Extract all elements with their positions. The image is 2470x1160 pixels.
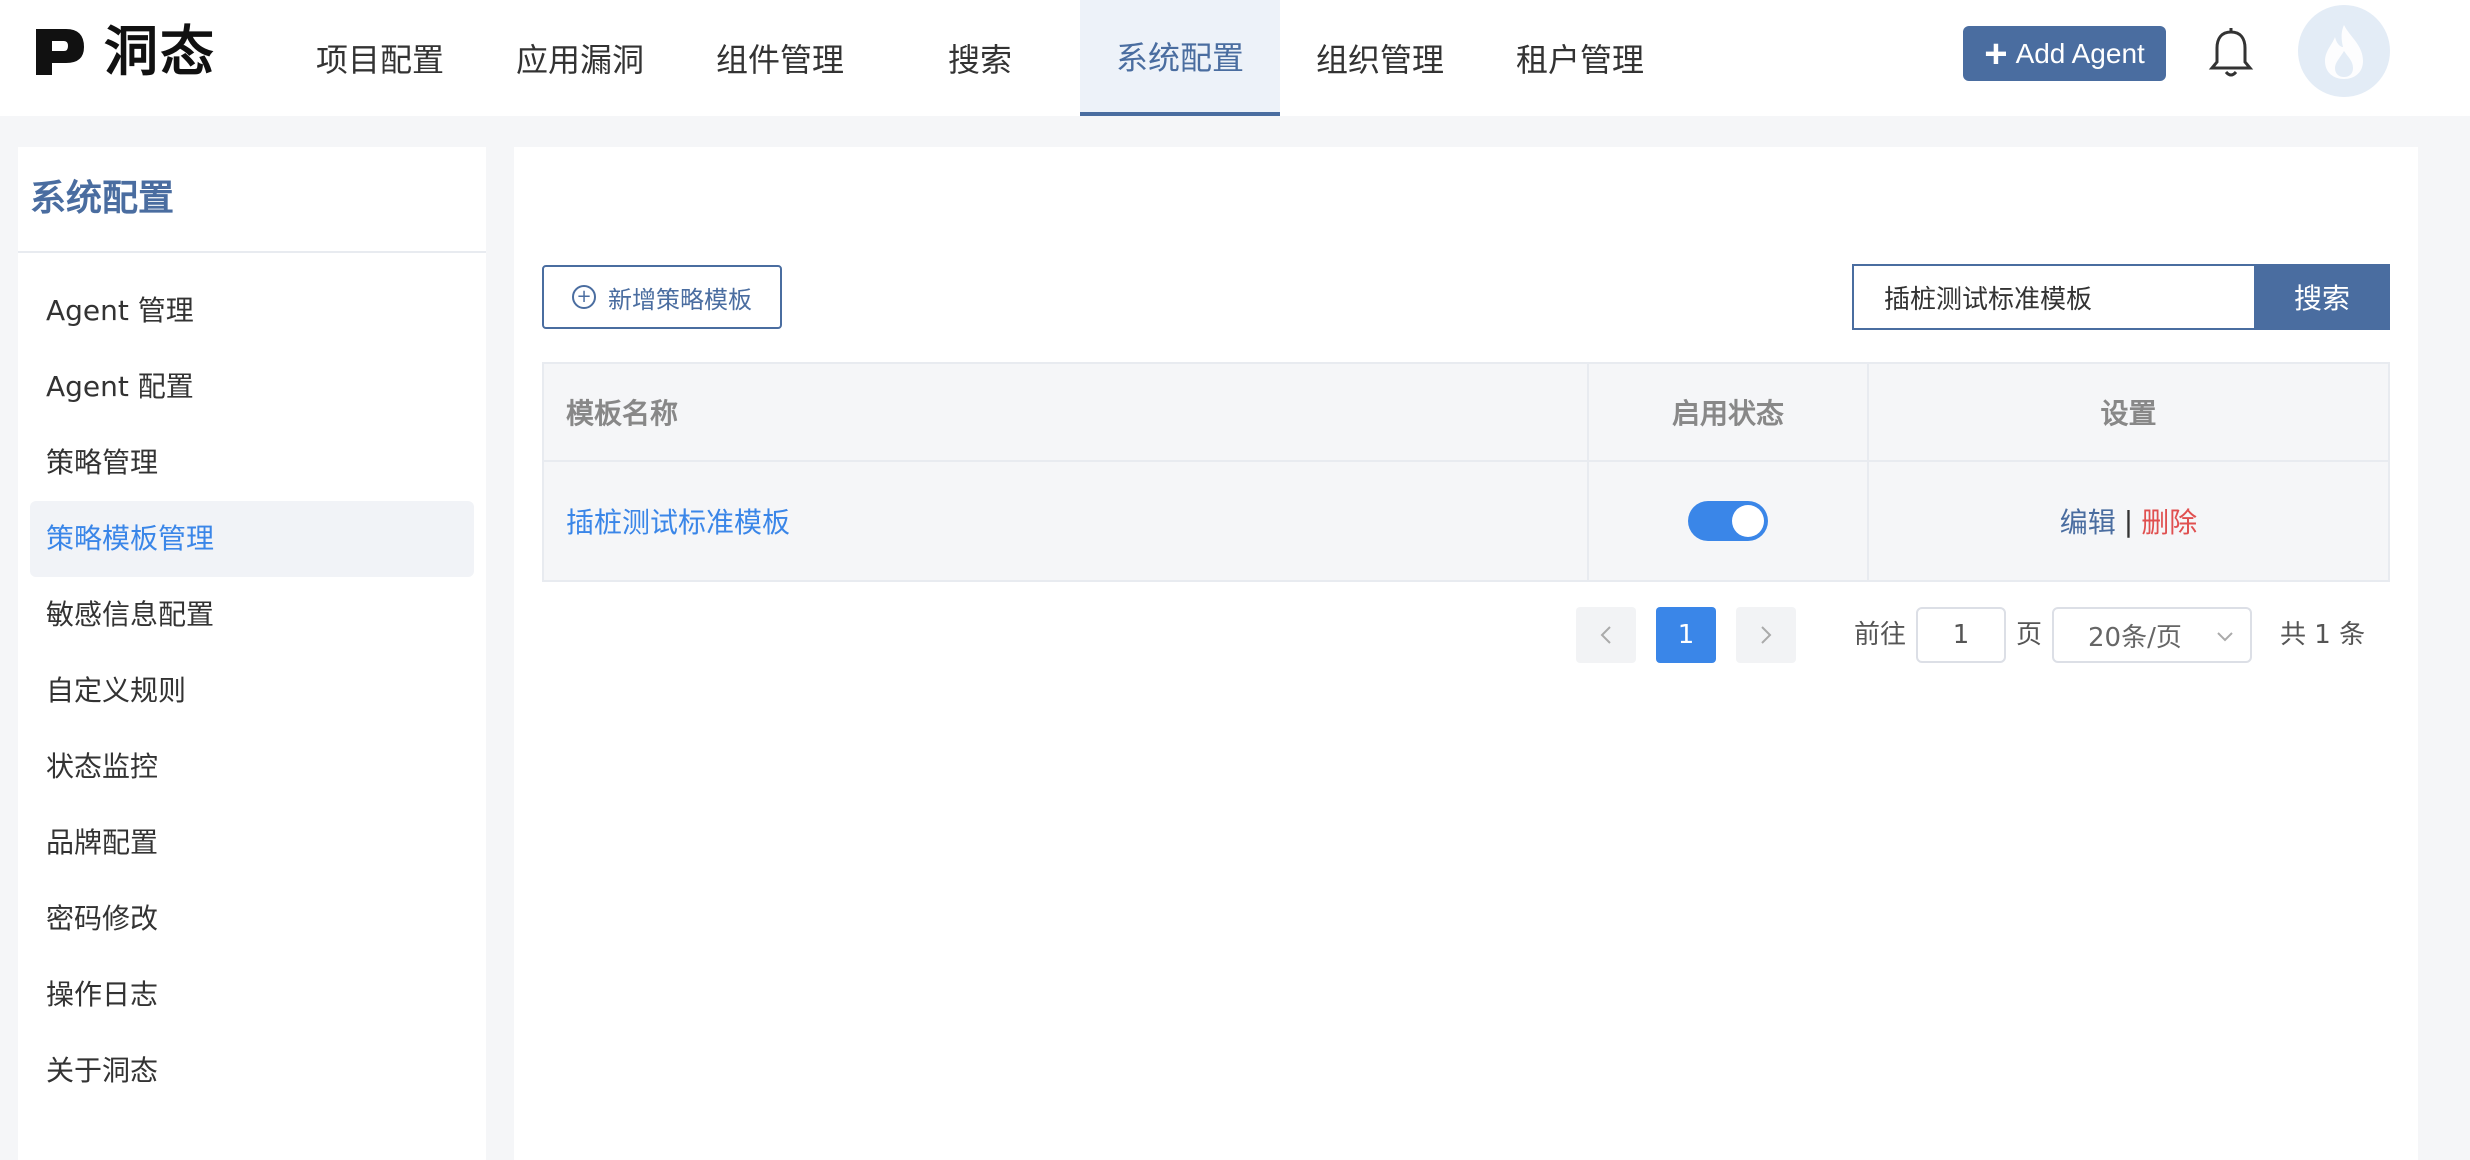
- enable-status-cell: [1589, 462, 1869, 580]
- sidebar: 系统配置 Agent 管理 Agent 配置 策略管理 策略模板管理 敏感信息配…: [18, 147, 486, 1160]
- settings-cell: 编辑 | 删除: [1869, 462, 2388, 580]
- chevron-left-icon: [1600, 626, 1611, 644]
- sidebar-item-agent-mgmt[interactable]: Agent 管理: [30, 273, 474, 349]
- page-number-1[interactable]: 1: [1656, 607, 1716, 663]
- sidebar-menu: Agent 管理 Agent 配置 策略管理 策略模板管理 敏感信息配置 自定义…: [18, 253, 486, 1109]
- goto-page-input[interactable]: [1916, 607, 2006, 663]
- table-header: 模板名称 启用状态 设置: [544, 364, 2388, 462]
- nav-app-vulns[interactable]: 应用漏洞: [480, 0, 680, 116]
- table-row: 插桩测试标准模板 编辑 | 删除: [544, 462, 2388, 580]
- header-template-name: 模板名称: [544, 364, 1589, 460]
- flame-avatar-icon: [2325, 25, 2363, 79]
- delete-link[interactable]: 删除: [2141, 501, 2197, 541]
- total-count: 共 1 条: [2280, 620, 2366, 650]
- nav-org-mgmt[interactable]: 组织管理: [1280, 0, 1480, 116]
- logo[interactable]: 洞态: [30, 22, 216, 82]
- goto-suffix: 页: [2016, 620, 2043, 650]
- header-enable-status: 启用状态: [1589, 364, 1869, 460]
- search-input[interactable]: [1852, 264, 2254, 330]
- page-size-select[interactable]: 20条/页: [2052, 607, 2252, 663]
- template-name-cell: 插桩测试标准模板: [544, 462, 1589, 580]
- nav-component-mgmt[interactable]: 组件管理: [680, 0, 880, 116]
- nav-system-config[interactable]: 系统配置: [1080, 0, 1280, 116]
- sidebar-item-brand-config[interactable]: 品牌配置: [30, 805, 474, 881]
- plus-icon: +: [1984, 31, 2008, 76]
- action-separator: |: [2123, 504, 2134, 538]
- nav-project-config[interactable]: 项目配置: [280, 0, 480, 116]
- template-table: 模板名称 启用状态 设置 插桩测试标准模板 编辑 | 删除: [542, 362, 2390, 582]
- goto-prefix: 前往: [1854, 620, 1907, 650]
- nav-search[interactable]: 搜索: [880, 0, 1080, 116]
- page-size-value: 20条/页: [2088, 622, 2182, 653]
- template-name-link[interactable]: 插桩测试标准模板: [566, 501, 790, 541]
- new-policy-template-button[interactable]: + 新增策略模板: [542, 265, 782, 329]
- dongtai-logo-icon: [36, 29, 84, 75]
- sidebar-item-operation-log[interactable]: 操作日志: [30, 957, 474, 1033]
- sidebar-item-status-monitor[interactable]: 状态监控: [30, 729, 474, 805]
- chevron-down-icon: [2217, 632, 2233, 642]
- plus-circle-icon: +: [572, 285, 596, 309]
- chevron-right-icon: [1761, 626, 1772, 644]
- sidebar-title: 系统配置: [18, 147, 486, 253]
- top-navbar: 洞态 项目配置 应用漏洞 组件管理 搜索 系统配置 组织管理 租户管理 + Ad…: [0, 0, 2470, 116]
- search-button[interactable]: 搜索: [2254, 264, 2390, 330]
- enable-toggle[interactable]: [1688, 501, 1768, 541]
- avatar[interactable]: [2298, 5, 2390, 97]
- logo-text: 洞态: [104, 20, 216, 83]
- sidebar-item-about[interactable]: 关于洞态: [30, 1033, 474, 1109]
- main-nav: 项目配置 应用漏洞 组件管理 搜索 系统配置 组织管理 租户管理: [280, 0, 1680, 116]
- sidebar-item-agent-config[interactable]: Agent 配置: [30, 349, 474, 425]
- header-settings: 设置: [2100, 397, 2157, 430]
- add-agent-button[interactable]: + Add Agent: [1963, 26, 2166, 81]
- sidebar-item-custom-rules[interactable]: 自定义规则: [30, 653, 474, 729]
- new-policy-template-label: 新增策略模板: [608, 285, 752, 314]
- bell-icon[interactable]: [2206, 26, 2256, 80]
- sidebar-item-sensitive-info[interactable]: 敏感信息配置: [30, 577, 474, 653]
- edit-link[interactable]: 编辑: [2060, 501, 2116, 541]
- sidebar-item-policy-template-mgmt[interactable]: 策略模板管理: [30, 501, 474, 577]
- nav-tenant-mgmt[interactable]: 租户管理: [1480, 0, 1680, 116]
- next-page-button[interactable]: [1736, 607, 1796, 663]
- sidebar-item-policy-mgmt[interactable]: 策略管理: [30, 425, 474, 501]
- main-panel: + 新增策略模板 搜索 模板名称 启用状态 设置 插桩测试标准模板 编辑 | 删…: [514, 147, 2418, 1160]
- sidebar-item-password[interactable]: 密码修改: [30, 881, 474, 957]
- prev-page-button[interactable]: [1576, 607, 1636, 663]
- add-agent-label: Add Agent: [2015, 37, 2145, 69]
- toggle-knob: [1732, 505, 1764, 537]
- pagination: 1 前往 页 20条/页 共 1 条: [514, 607, 2418, 667]
